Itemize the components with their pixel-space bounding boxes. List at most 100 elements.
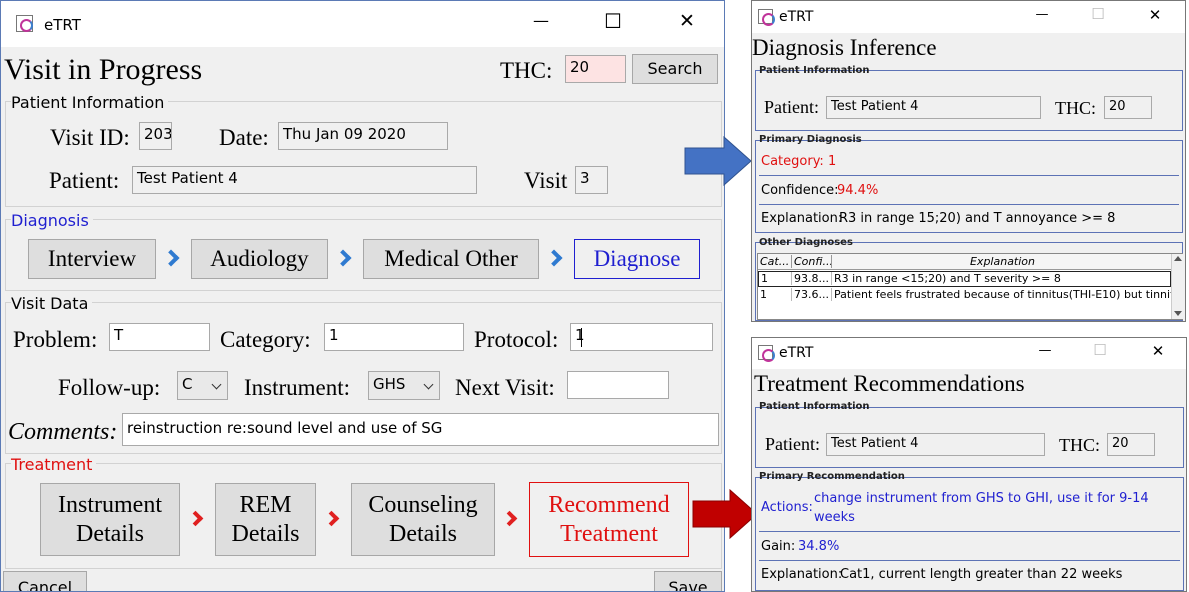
explanation-value: R3 in range 15;20) and T annoyance >= 8 (839, 211, 1116, 226)
app-icon (758, 345, 775, 362)
vertical-scrollbar[interactable] (1171, 254, 1183, 319)
maximize-icon: ☐ (1091, 5, 1105, 23)
treatment-title: Treatment (11, 455, 97, 474)
problem-input[interactable]: T (109, 323, 210, 351)
interview-button[interactable]: Interview (28, 239, 156, 279)
button-line: Details (231, 520, 300, 547)
button-line: Details (389, 520, 457, 547)
confidence-value: 94.4% (837, 183, 879, 198)
protocol-input[interactable]: 1 (570, 323, 713, 351)
table-cell: 1 (759, 272, 792, 285)
table-cell: 93.8... (792, 272, 832, 285)
visit-number-field: 3 (575, 166, 608, 194)
explanation-label: Explanation: (761, 211, 843, 226)
close-icon[interactable]: ✕ (672, 10, 702, 32)
medical-other-button[interactable]: Medical Other (363, 239, 539, 279)
main-window: eTRT — ☐ ✕ Visit in Progress THC: 20 Sea… (0, 0, 725, 592)
gain-value: 34.8% (798, 539, 840, 554)
treatment-title-bar[interactable]: eTRT — ☐ ✕ (752, 338, 1186, 369)
close-icon[interactable]: ✕ (1145, 6, 1165, 24)
comments-input[interactable]: reinstruction re:sound level and use of … (122, 413, 719, 446)
diagnosis-title: Diagnosis (11, 211, 93, 230)
category-label: Category: (220, 327, 311, 352)
category-input[interactable]: 1 (324, 323, 464, 351)
follow-up-select[interactable]: C (177, 371, 228, 400)
instrument-details-button[interactable]: Instrument Details (40, 483, 180, 556)
comments-label: Comments: (8, 419, 118, 445)
save-button[interactable]: Save (654, 571, 722, 591)
gain-label: Gain: (761, 539, 796, 554)
divider (759, 531, 1180, 532)
table-cell: 73.6... (792, 288, 832, 301)
thc-input[interactable]: 20 (565, 55, 626, 83)
next-visit-input[interactable] (567, 371, 669, 399)
close-icon[interactable]: ✕ (1148, 342, 1168, 360)
column-header[interactable]: Confi... (792, 255, 832, 268)
search-button[interactable]: Search (632, 54, 718, 84)
confidence-label: Confidence: (761, 183, 839, 198)
diagnose-button[interactable]: Diagnose (574, 239, 700, 279)
table-row[interactable]: 1 73.6... Patient feels frustrated becau… (758, 288, 1171, 304)
button-line: Counseling (368, 491, 478, 518)
minimize-icon[interactable]: — (1032, 7, 1052, 22)
minimize-icon[interactable]: — (1035, 343, 1055, 358)
column-header[interactable]: Explanation (832, 255, 1171, 268)
date-field: Thu Jan 09 2020 (278, 122, 448, 150)
table-cell: Patient feels frustrated because of tinn… (834, 288, 1171, 301)
thc-label: THC: (1059, 435, 1101, 455)
patient-info-title: Patient Information (11, 93, 169, 112)
primary-diagnosis-title: Primary Diagnosis (759, 134, 862, 145)
explanation-label: Explanation: (761, 567, 843, 582)
divider (759, 175, 1179, 176)
patient-info-title: Patient Information (759, 401, 870, 412)
thc-label: THC: (500, 58, 553, 83)
cancel-button[interactable]: Cancel (3, 571, 87, 591)
scroll-down-icon[interactable] (1174, 311, 1182, 316)
audiology-button[interactable]: Audiology (191, 239, 328, 279)
diagnosis-inference-window: eTRT — ☐ ✕ Diagnosis Inference Patient I… (751, 0, 1186, 322)
thc-field: 20 (1107, 433, 1155, 456)
minimize-icon[interactable]: — (526, 11, 556, 30)
patient-label: Patient: (764, 97, 819, 117)
text-cursor (581, 328, 582, 347)
other-diagnoses-table[interactable]: Cat... Confi... Explanation 1 93.8... R3… (757, 253, 1183, 320)
dialog-heading: Treatment Recommendations (754, 371, 1025, 396)
actions-value-continued: weeks (814, 510, 855, 525)
divider (759, 204, 1179, 205)
other-diagnoses-title: Other Diagnoses (759, 237, 853, 248)
visit-data-title: Visit Data (11, 294, 93, 313)
counseling-details-button[interactable]: Counseling Details (351, 483, 495, 556)
window-title: eTRT (779, 345, 814, 361)
actions-label: Actions: (761, 500, 813, 515)
diagnosis-title-bar[interactable]: eTRT — ☐ ✕ (752, 1, 1185, 33)
patient-label: Patient: (765, 434, 820, 454)
actions-value: change instrument from GHS to GHI, use i… (814, 491, 1149, 506)
table-row[interactable]: 1 93.8... R3 in range <15;20) and T seve… (758, 271, 1171, 287)
explanation-value: Cat1, current length greater than 22 wee… (840, 567, 1123, 582)
visit-label: Visit (524, 168, 568, 193)
table-cell: 1 (758, 288, 792, 301)
follow-up-label: Follow-up: (58, 375, 161, 400)
rem-details-button[interactable]: REM Details (215, 483, 316, 556)
column-header[interactable]: Cat... (758, 255, 792, 268)
patient-field: Test Patient 4 (826, 96, 1041, 119)
dialog-heading: Diagnosis Inference (752, 35, 937, 60)
app-icon (16, 15, 33, 32)
recommend-treatment-button[interactable]: Recommend Treatment (529, 482, 689, 557)
main-title-bar[interactable]: eTRT — ☐ ✕ (1, 1, 724, 47)
maximize-icon[interactable]: ☐ (598, 9, 628, 33)
category-text: Category: 1 (761, 154, 837, 169)
treatment-recommendations-window: eTRT — ☐ ✕ Treatment Recommendations Pat… (751, 337, 1187, 592)
visit-id-label: Visit ID: (50, 125, 130, 150)
button-line: Instrument (58, 491, 162, 518)
patient-field: Test Patient 4 (132, 166, 477, 194)
protocol-label: Protocol: (474, 327, 559, 352)
divider (759, 560, 1180, 561)
date-label: Date: (219, 125, 269, 150)
next-visit-label: Next Visit: (455, 375, 555, 400)
visit-id-field: 203 (139, 122, 172, 150)
instrument-select[interactable]: GHS (368, 371, 440, 400)
instrument-label: Instrument: (244, 375, 351, 400)
table-cell: R3 in range <15;20) and T severity >= 8 (834, 272, 1061, 285)
scroll-up-icon[interactable] (1174, 256, 1182, 261)
